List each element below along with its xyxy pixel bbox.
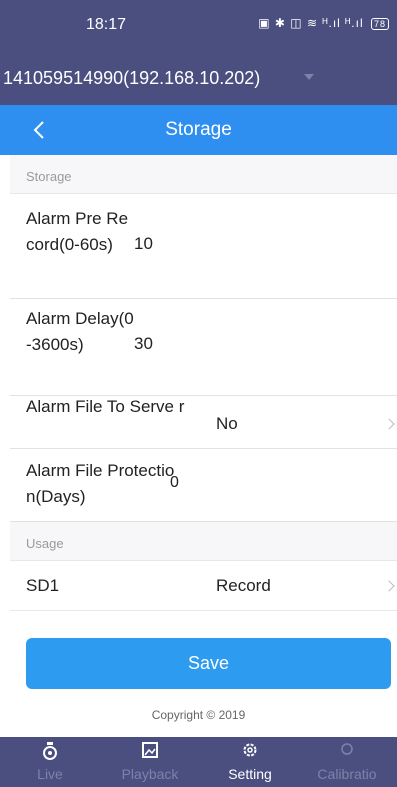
save-button[interactable]: Save [26, 638, 391, 689]
tab-setting[interactable]: Setting [200, 737, 300, 787]
tab-label-playback: Playback [121, 766, 179, 782]
tab-label-live: Live [37, 766, 63, 782]
alarm-pre-record-input[interactable]: 10 [134, 234, 153, 254]
alarm-file-protection-row[interactable]: Alarm File Protection(Days) 0 [10, 449, 397, 522]
playback-icon [100, 742, 200, 760]
alarm-file-protection-input[interactable]: 0 [170, 474, 179, 492]
device-selector[interactable]: 141059514990(192.168.10.202) [0, 50, 397, 105]
sd1-value[interactable]: Record [216, 576, 271, 596]
tab-label-calibration: Calibratio [317, 766, 377, 782]
sd1-label: SD1 [26, 576, 60, 595]
section-header-usage: Usage [10, 522, 397, 561]
alarm-file-to-server-row[interactable]: Alarm File To Serve r No [10, 396, 397, 449]
nav-bar: Storage [0, 105, 397, 155]
live-icon [0, 742, 100, 760]
alarm-file-protection-label: Alarm File Protection(Days) [26, 461, 175, 506]
tab-live[interactable]: Live [0, 737, 100, 787]
sd1-row[interactable]: SD1 Record [10, 561, 397, 611]
tab-calibration[interactable]: Calibratio [297, 737, 397, 787]
tab-label-setting: Setting [228, 766, 272, 782]
calibration-icon [297, 742, 397, 760]
bottom-tab-bar: Live Playback Setting Calibratio [0, 737, 397, 787]
page-title: Storage [165, 119, 232, 140]
alarm-pre-record-row[interactable]: Alarm Pre Record(0-60s) 10 [10, 194, 397, 299]
alarm-file-to-server-label: Alarm File To Serve r [26, 397, 185, 416]
status-indicator-icons: ▣ ✱ ◫ ≋ ᴴ.ıl ᴴ.ıl [258, 16, 364, 30]
device-name[interactable]: 141059514990(192.168.10.202) [3, 68, 260, 89]
copyright-text: Copyright © 2019 [151, 708, 246, 722]
chevron-right-icon[interactable] [383, 580, 395, 592]
section-header-storage: Storage [10, 155, 397, 194]
status-bar: 18:17 ▣ ✱ ◫ ≋ ᴴ.ıl ᴴ.ıl 78 [0, 0, 397, 50]
alarm-delay-input[interactable]: 30 [134, 334, 153, 354]
alarm-pre-record-label: Alarm Pre Record(0-60s) [26, 209, 129, 254]
alarm-file-to-server-value[interactable]: No [216, 414, 238, 434]
alarm-delay-label: Alarm Delay(0-3600s) [26, 309, 134, 354]
setting-icon [200, 742, 300, 760]
settings-content: Storage Alarm Pre Record(0-60s) 10 Alarm… [10, 155, 397, 737]
alarm-delay-row[interactable]: Alarm Delay(0-3600s) 30 [10, 299, 397, 396]
battery-icon: 78 [370, 18, 389, 30]
tab-playback[interactable]: Playback [100, 737, 200, 787]
status-time: 18:17 [86, 16, 127, 33]
status-icons: ▣ ✱ ◫ ≋ ᴴ.ıl ᴴ.ıl 78 [258, 16, 389, 30]
dropdown-caret-icon[interactable] [304, 74, 314, 80]
chevron-right-icon[interactable] [383, 418, 395, 430]
